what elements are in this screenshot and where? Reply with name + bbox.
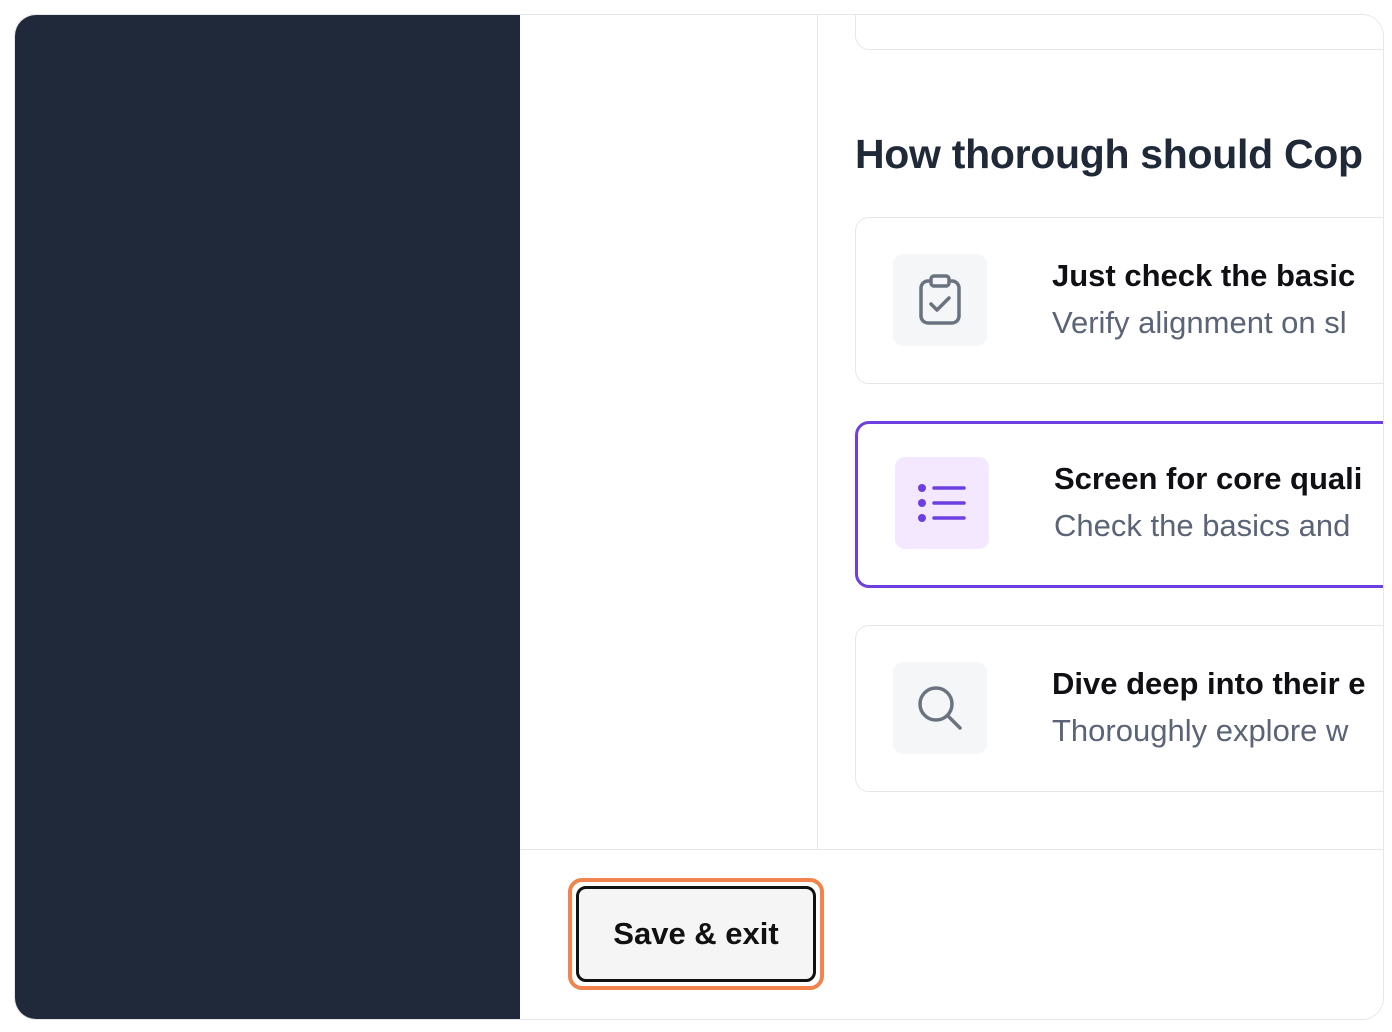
option-icon-container	[895, 457, 989, 549]
option-card-core-qualities[interactable]: Screen for core quali Check the basics a…	[855, 421, 1383, 588]
clipboard-check-icon	[919, 274, 961, 325]
previous-option-card[interactable]	[855, 15, 1383, 50]
option-title: Dive deep into their e	[1052, 666, 1366, 701]
app-window: How thorough should Cop Just check the b…	[14, 14, 1384, 1020]
option-icon-container	[893, 254, 987, 346]
main-content: How thorough should Cop Just check the b…	[520, 15, 1383, 1019]
dark-side-panel	[15, 15, 520, 1019]
save-and-exit-button[interactable]: Save & exit	[576, 886, 816, 982]
option-title: Just check the basic	[1052, 258, 1356, 293]
option-description: Thoroughly explore w	[1052, 713, 1349, 748]
search-icon	[918, 686, 962, 730]
question-heading: How thorough should Cop	[855, 131, 1363, 177]
vertical-divider	[817, 15, 818, 849]
footer-divider	[520, 849, 1383, 850]
list-icon	[918, 484, 966, 522]
option-card-deep-dive[interactable]: Dive deep into their e Thoroughly explor…	[855, 625, 1383, 792]
option-icon-container	[893, 662, 987, 754]
option-card-basic[interactable]: Just check the basic Verify alignment on…	[855, 217, 1383, 384]
option-description: Verify alignment on sl	[1052, 305, 1347, 340]
option-title: Screen for core quali	[1054, 461, 1363, 496]
option-description: Check the basics and	[1054, 508, 1351, 543]
